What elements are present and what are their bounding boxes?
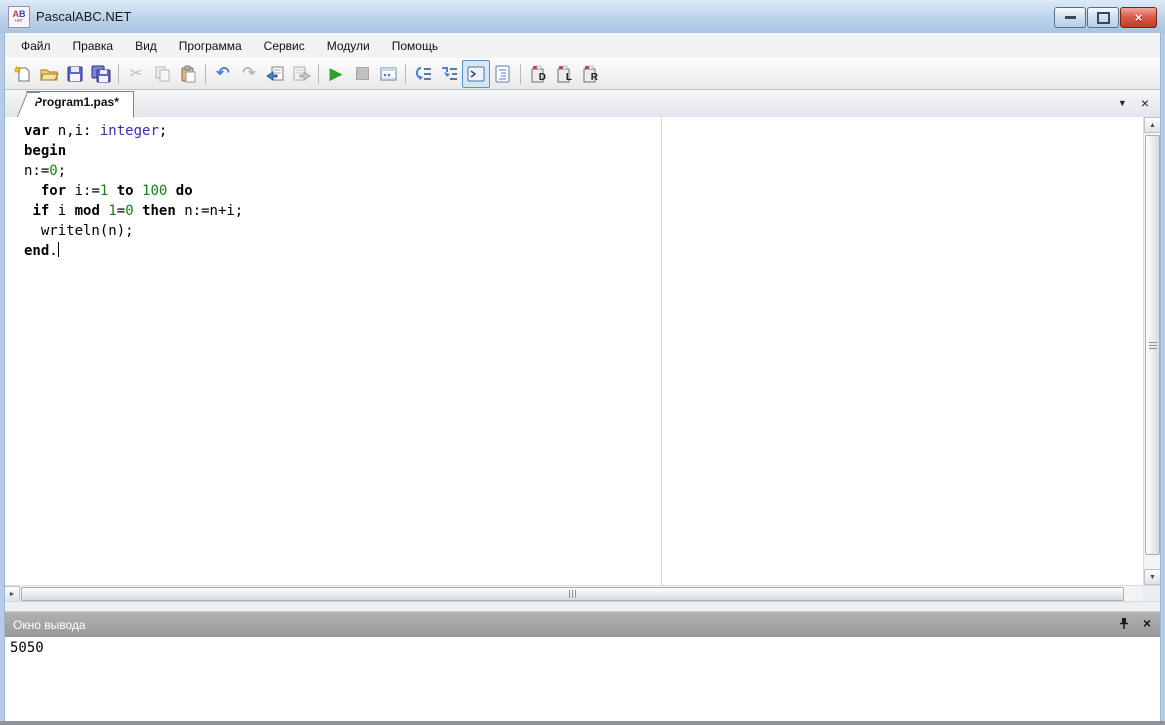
close-button[interactable]: × (1120, 7, 1157, 28)
output-window-body[interactable]: 5050 (4, 637, 1161, 721)
close-icon: × (1134, 10, 1143, 25)
tab-program1[interactable]: •Program1.pas* (26, 91, 134, 118)
menu-modules[interactable]: Модули (316, 35, 381, 57)
editor-margin-line (661, 117, 662, 585)
text-caret (57, 242, 59, 257)
menu-edit[interactable]: Правка (62, 35, 125, 57)
horizontal-scroll-thumb[interactable] (21, 587, 1124, 601)
menu-view[interactable]: Вид (124, 35, 168, 57)
editor-horizontal-scrollbar[interactable]: ◄ ► (4, 585, 1161, 602)
save-file-icon[interactable] (62, 61, 88, 87)
scrollbar-corner (1143, 586, 1161, 602)
window-border-left (0, 33, 5, 725)
minimize-button[interactable] (1054, 7, 1086, 28)
nav-forward-icon[interactable] (288, 61, 314, 87)
new-file-icon[interactable] (10, 61, 36, 87)
editor-vertical-scrollbar[interactable]: ▲ ▼ (1143, 117, 1161, 585)
window-controls: × (1054, 7, 1157, 28)
code-line: end. (24, 242, 59, 259)
code-line: for i:=1 to 100 do (40, 183, 193, 199)
console-window-icon[interactable] (462, 59, 490, 88)
tab-controls: ▼ × (1118, 96, 1149, 110)
output-window-header: Окно вывода × (4, 611, 1161, 638)
paste-icon[interactable] (175, 61, 201, 87)
copy-icon[interactable] (149, 61, 175, 87)
code-line: begin (24, 143, 67, 159)
toolbar-separator (405, 63, 406, 84)
code-line: writeln(n); (24, 223, 134, 239)
title-bar: AB нет PascalABC.NET × (0, 0, 1165, 34)
run-icon[interactable]: ▶ (323, 61, 349, 87)
window-border-right (1160, 33, 1165, 725)
menu-file[interactable]: Файл (10, 35, 62, 57)
code-editor[interactable]: var n,i: integer; begin n:=0; for i:=1 to … (4, 117, 1161, 585)
doc-r-icon[interactable]: R (577, 61, 603, 87)
stop-icon[interactable] (349, 61, 375, 87)
code-line: n:=0; (24, 163, 67, 179)
doc-l-icon[interactable]: L (551, 61, 577, 87)
scroll-down-icon[interactable]: ▼ (1144, 569, 1161, 585)
toolbar-separator (318, 63, 319, 84)
step-over-icon[interactable] (410, 61, 436, 87)
vertical-scroll-thumb[interactable] (1145, 135, 1160, 555)
menu-program[interactable]: Программа (168, 35, 253, 57)
pin-icon[interactable] (1118, 617, 1130, 630)
open-file-icon[interactable] (36, 61, 62, 87)
output-close-icon[interactable]: × (1143, 616, 1151, 630)
doc-d-icon[interactable]: D (525, 61, 551, 87)
toolbar-separator (118, 63, 119, 84)
maximize-button[interactable] (1087, 7, 1119, 28)
output-window-title: Окно вывода (13, 618, 86, 632)
output-controls: × (1118, 616, 1151, 630)
save-all-icon[interactable] (88, 61, 114, 87)
code-lines: var n,i: integer; begin n:=0; for i:=1 to … (24, 121, 1139, 261)
pascalabc-window: AB нет PascalABC.NET × Файл Правка Вид П… (0, 0, 1165, 725)
structure-window-icon[interactable] (490, 61, 516, 87)
scroll-right-icon[interactable]: ► (4, 586, 20, 602)
window-title: PascalABC.NET (36, 9, 132, 24)
nav-back-icon[interactable] (262, 61, 288, 87)
menu-service[interactable]: Сервис (253, 35, 316, 57)
tab-list-dropdown-icon[interactable]: ▼ (1118, 98, 1127, 108)
app-icon-subtext: нет (15, 17, 23, 24)
code-line: var n,i: integer; (24, 123, 168, 139)
cut-icon[interactable]: ✂ (123, 61, 149, 87)
window-border-bottom (0, 721, 1165, 725)
toolbar-separator (205, 63, 206, 84)
app-icon: AB нет (8, 5, 30, 28)
toolbar: ✂ ↶ ↷ ▶ D L R (4, 58, 1161, 90)
tab-close-icon[interactable]: × (1141, 96, 1149, 110)
step-into-icon[interactable] (436, 61, 462, 87)
minimize-icon (1064, 16, 1076, 19)
menu-bar: Файл Правка Вид Программа Сервис Модули … (4, 33, 1161, 58)
maximize-icon (1096, 11, 1110, 24)
undo-icon[interactable]: ↶ (210, 61, 236, 87)
redo-icon[interactable]: ↷ (236, 61, 262, 87)
tab-bar: •Program1.pas* ▼ × (4, 90, 1161, 118)
toolbar-separator (520, 63, 521, 84)
watch-window-icon[interactable] (375, 61, 401, 87)
code-line: if i mod 1=0 then n:=n+i; (32, 203, 244, 219)
output-text: 5050 (10, 640, 44, 656)
menu-help[interactable]: Помощь (381, 35, 449, 57)
scroll-up-icon[interactable]: ▲ (1144, 117, 1161, 133)
